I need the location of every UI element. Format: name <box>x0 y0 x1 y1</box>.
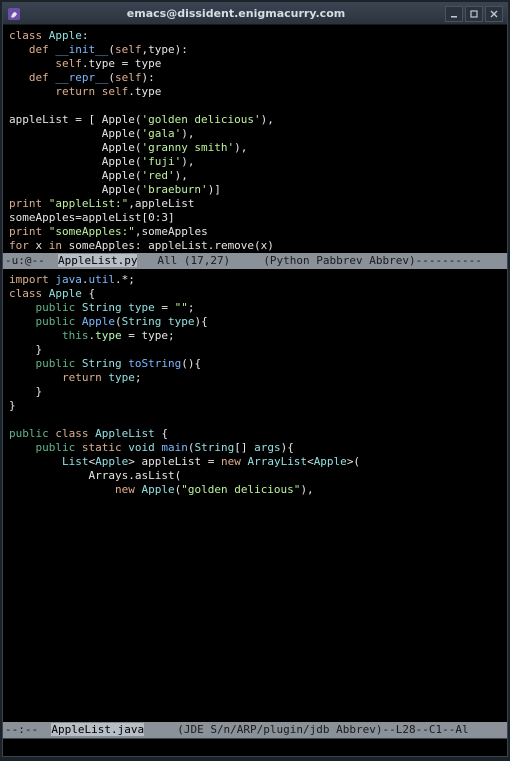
editor-area: class Apple: def __init__(self,type): se… <box>3 25 507 253</box>
modeline-python[interactable]: -u:@-- AppleList.py All (17,27) (Python … <box>3 253 507 269</box>
buffer-name: AppleList.py <box>58 254 137 267</box>
maximize-button[interactable] <box>465 6 483 22</box>
minimize-button[interactable] <box>445 6 463 22</box>
modeline-pos: All (17,27) <box>137 254 263 267</box>
close-button[interactable] <box>485 6 503 22</box>
modeline-fill: --L28--C1--Al <box>383 723 469 736</box>
modeline-left: --:-- <box>5 723 51 736</box>
emacs-window: emacs@dissident.enigmacurry.com class Ap… <box>2 2 508 757</box>
window-controls <box>445 6 503 22</box>
modeline-mode: (JDE S/n/ARP/plugin/jdb Abbrev) <box>177 723 382 736</box>
modeline-fill: ---------- <box>416 254 482 267</box>
titlebar[interactable]: emacs@dissident.enigmacurry.com <box>3 3 507 25</box>
modeline-java[interactable]: --:-- AppleList.java (JDE S/n/ARP/plugin… <box>3 722 507 738</box>
python-pane[interactable]: class Apple: def __init__(self,type): se… <box>9 29 501 253</box>
modeline-left: -u:@-- <box>5 254 58 267</box>
editor-area-2: import java.util.*;class Apple { public … <box>3 269 507 497</box>
java-pane[interactable]: import java.util.*;class Apple { public … <box>9 273 501 497</box>
empty-space <box>3 498 507 722</box>
window-title: emacs@dissident.enigmacurry.com <box>27 7 445 20</box>
minibuffer[interactable] <box>3 738 507 756</box>
app-icon <box>7 7 21 21</box>
buffer-name: AppleList.java <box>51 723 144 736</box>
modeline-mode: (Python Pabbrev Abbrev) <box>263 254 415 267</box>
modeline-mid <box>144 723 177 736</box>
